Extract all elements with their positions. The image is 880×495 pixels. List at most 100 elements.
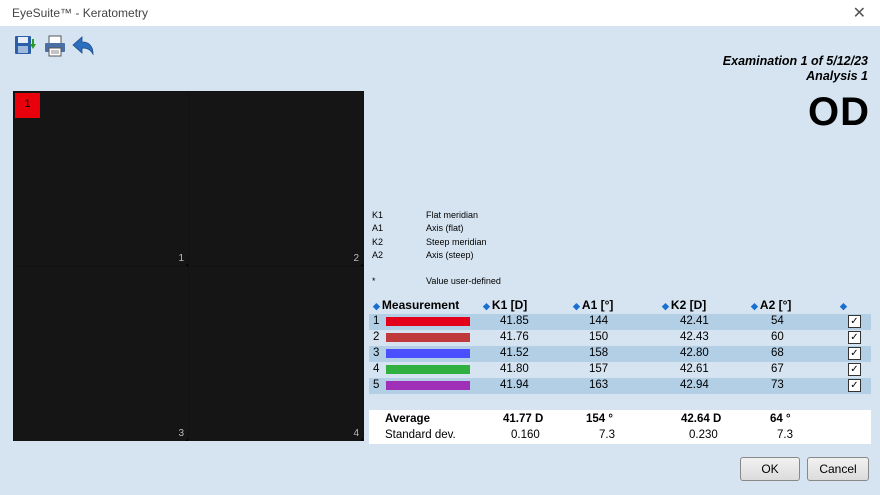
column-label: Measurement: [381, 298, 460, 312]
table-row[interactable]: 1 41.85 144 42.41 54 ✓: [369, 314, 871, 330]
average-label: Average: [385, 413, 430, 425]
cell-k2: 42.43: [680, 331, 709, 343]
stddev-label: Standard dev.: [385, 429, 456, 441]
sort-icon: ◆: [483, 301, 490, 311]
column-k2[interactable]: ◆ K2 [D]: [662, 298, 706, 312]
table-row[interactable]: 5 41.94 163 42.94 73 ✓: [369, 378, 871, 394]
cancel-button[interactable]: Cancel: [807, 457, 869, 481]
cell-k2: 42.94: [680, 379, 709, 391]
include-checkbox[interactable]: ✓: [848, 347, 861, 360]
exam-info: Examination 1 of 5/12/23 Analysis 1: [723, 54, 868, 84]
sort-icon: ◆: [840, 301, 847, 311]
legend-value: Flat meridian: [426, 210, 479, 220]
sort-icon: ◆: [751, 301, 758, 311]
column-a2[interactable]: ◆ A2 [°]: [751, 298, 791, 312]
image-number: 3: [178, 428, 184, 439]
column-measurement[interactable]: ◆ Measurement: [373, 298, 459, 312]
cell-a2: 73: [771, 379, 784, 391]
summary-panel: Average 41.77 D 154 ° 42.64 D 64 ° Stand…: [369, 410, 871, 444]
column-label: A1 [°]: [581, 298, 614, 312]
color-swatch: [386, 349, 470, 358]
legend-key: *: [372, 276, 376, 287]
color-swatch: [386, 317, 470, 326]
keratometry-image-1[interactable]: 1 1: [14, 92, 188, 266]
average-a1: 154 °: [586, 413, 613, 425]
exam-title: Examination 1 of 5/12/23: [722, 54, 868, 68]
row-number: 1: [373, 315, 380, 327]
include-checkbox[interactable]: ✓: [848, 331, 861, 344]
average-k2: 42.64 D: [681, 413, 722, 425]
cell-a1: 150: [589, 331, 609, 343]
include-checkbox[interactable]: ✓: [848, 363, 861, 376]
cell-a2: 60: [771, 331, 784, 343]
column-include[interactable]: ◆: [840, 298, 849, 312]
cell-a1: 163: [589, 379, 609, 391]
cell-a1: 158: [589, 347, 609, 359]
legend-key: K2: [372, 236, 384, 247]
eye-label: OD: [808, 90, 870, 134]
table-row[interactable]: 3 41.52 158 42.80 68 ✓: [369, 346, 871, 362]
cell-k2: 42.41: [680, 315, 709, 327]
cell-k2: 42.61: [680, 363, 709, 375]
legend-value: Axis (flat): [426, 223, 464, 234]
cell-a1: 157: [589, 363, 609, 375]
legend-value: Value user-defined: [426, 276, 501, 287]
legend-key: A1: [372, 223, 384, 234]
back-icon[interactable]: [71, 34, 95, 58]
measurement-table: ◆ Measurement ◆ K1 [D] ◆ A1 [°] ◆ K2 [D] ◆ A2…: [369, 296, 871, 394]
sort-icon: ◆: [373, 301, 380, 311]
cell-k1: 41.76: [500, 331, 529, 343]
cell-k1: 41.85: [500, 315, 529, 327]
average-k1: 41.77 D: [503, 413, 544, 425]
cell-a1: 144: [589, 315, 609, 327]
color-swatch: [386, 381, 470, 390]
image-number: 2: [353, 253, 359, 264]
cell-a2: 68: [771, 347, 784, 359]
image-number: 1: [178, 253, 184, 264]
legend-key: A2: [372, 249, 384, 260]
include-checkbox[interactable]: ✓: [848, 379, 861, 392]
cell-k1: 41.52: [500, 347, 529, 359]
stddev-k2: 0.230: [689, 429, 718, 441]
selected-badge: 1: [15, 93, 40, 118]
keratometry-image-3[interactable]: 3: [14, 267, 188, 441]
average-a2: 64 °: [770, 413, 791, 425]
stddev-a1: 7.3: [599, 429, 615, 441]
stddev-k1: 0.160: [511, 429, 540, 441]
table-header: ◆ Measurement ◆ K1 [D] ◆ A1 [°] ◆ K2 [D] ◆ A2…: [369, 296, 871, 314]
column-label: K1 [D]: [491, 298, 528, 312]
save-icon[interactable]: [13, 34, 37, 58]
cell-a2: 54: [771, 315, 784, 327]
row-number: 5: [373, 379, 380, 391]
stddev-a2: 7.3: [777, 429, 793, 441]
window-title: EyeSuite™ - Keratometry: [12, 6, 149, 20]
keratometry-image-4[interactable]: 4: [189, 267, 363, 441]
legend-value: Axis (steep): [426, 249, 474, 260]
image-number: 4: [353, 428, 359, 439]
close-icon[interactable]: ✕: [853, 3, 866, 23]
table-row[interactable]: 4 41.80 157 42.61 67 ✓: [369, 362, 871, 378]
include-checkbox[interactable]: ✓: [848, 315, 861, 328]
column-a1[interactable]: ◆ A1 [°]: [573, 298, 613, 312]
column-k1[interactable]: ◆ K1 [D]: [483, 298, 527, 312]
cell-a2: 67: [771, 363, 784, 375]
title-bar: EyeSuite™ - Keratometry ✕: [0, 0, 880, 26]
row-number: 3: [373, 347, 380, 359]
row-number: 2: [373, 331, 380, 343]
row-number: 4: [373, 363, 380, 375]
sort-icon: ◆: [573, 301, 580, 311]
ok-button[interactable]: OK: [740, 457, 800, 481]
cell-k2: 42.80: [680, 347, 709, 359]
image-grid: 1 1 2 3 4: [13, 91, 364, 441]
color-swatch: [386, 333, 470, 342]
table-row[interactable]: 2 41.76 150 42.43 60 ✓: [369, 330, 871, 346]
color-swatch: [386, 365, 470, 374]
analysis-title: Analysis 1: [806, 69, 868, 83]
legend-key: K1: [372, 210, 384, 220]
sort-icon: ◆: [662, 301, 669, 311]
column-label: A2 [°]: [759, 298, 792, 312]
legend-value: Steep meridian: [426, 236, 487, 247]
keratometry-image-2[interactable]: 2: [189, 92, 363, 266]
print-icon[interactable]: [43, 34, 67, 58]
cell-k1: 41.94: [500, 379, 529, 391]
